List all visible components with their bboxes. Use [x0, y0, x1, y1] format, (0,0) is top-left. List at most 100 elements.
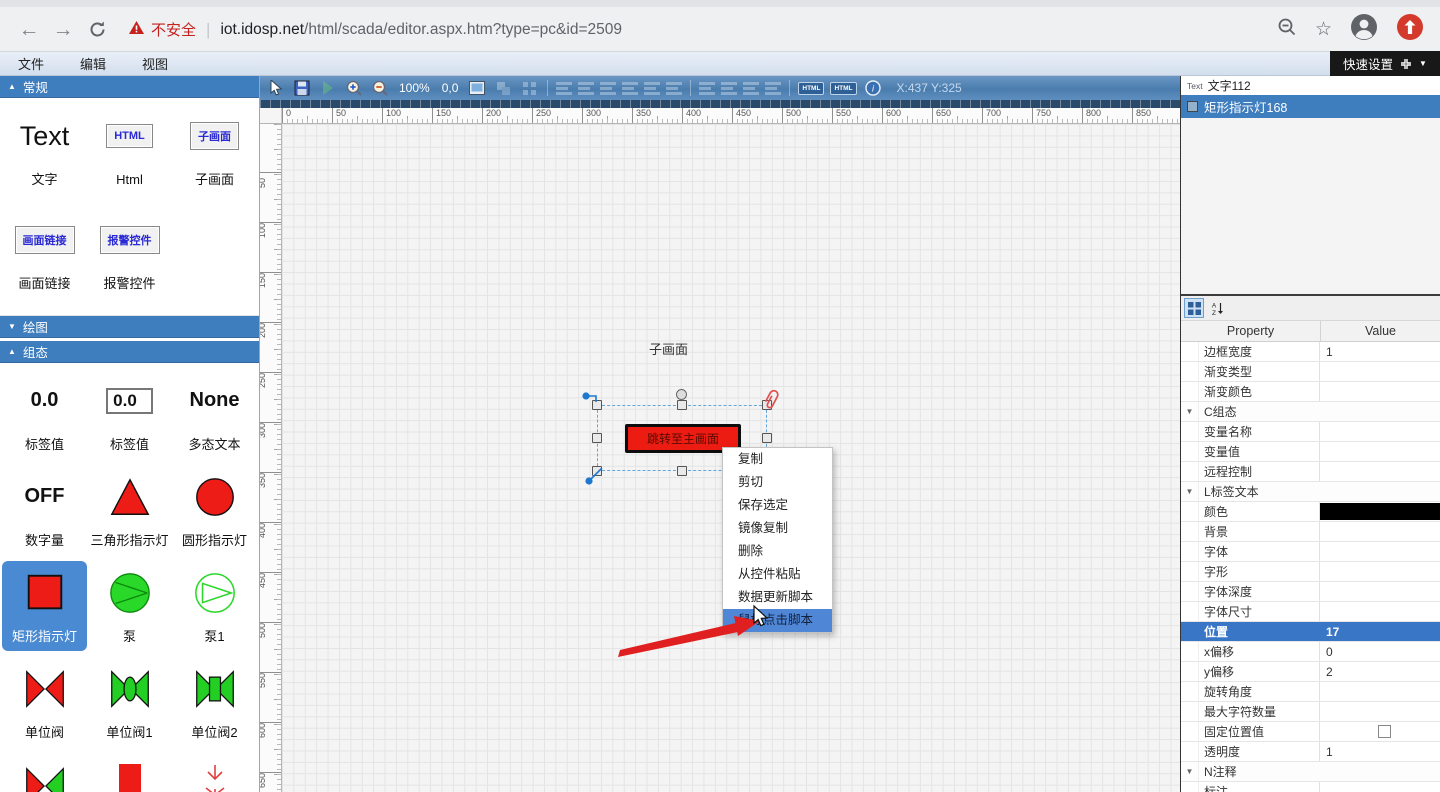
property-row[interactable]: 字形	[1181, 562, 1440, 582]
url-host[interactable]: iot.idosp.net	[220, 21, 304, 39]
palette-section-general[interactable]: ▲ 常规	[0, 76, 259, 98]
palette-item-标签值[interactable]: 0.0标签值	[87, 369, 172, 459]
context-menu-item-6[interactable]: 数据更新脚本	[723, 586, 832, 609]
palette-item-valve-red-green[interactable]: 两位阀	[2, 754, 87, 792]
palette-item-valve-red[interactable]: 单位阀	[2, 657, 87, 747]
property-row[interactable]: 远程控制	[1181, 462, 1440, 482]
property-row[interactable]: 位置17	[1181, 622, 1440, 642]
property-category-row[interactable]: ▼N注释	[1181, 762, 1440, 782]
property-row[interactable]: 透明度1	[1181, 742, 1440, 762]
palette-section-config[interactable]: ▲ 组态	[0, 341, 259, 363]
menu-item-0[interactable]: 文件	[0, 54, 62, 73]
property-row[interactable]: 字体尺寸	[1181, 602, 1440, 622]
zoom-in-icon[interactable]	[344, 79, 364, 98]
category-collapse-icon[interactable]: ▼	[1181, 402, 1199, 421]
context-menu-item-7[interactable]: 鼠标点击脚本	[723, 609, 832, 632]
property-row[interactable]: y偏移2	[1181, 662, 1440, 682]
url-path[interactable]: /html/scada/editor.aspx.htm?type=pc&id=2…	[304, 21, 622, 39]
property-row[interactable]: 渐变类型	[1181, 362, 1440, 382]
context-menu-item-1[interactable]: 剪切	[723, 471, 832, 494]
menu-item-2[interactable]: 视图	[124, 54, 186, 73]
palette-item-valve-green-ellipse[interactable]: 单位阀1	[87, 657, 172, 747]
resize-handle-sw[interactable]	[592, 466, 602, 476]
palette-item-pump-outline[interactable]: 泵1	[172, 561, 257, 651]
resize-handle-n[interactable]	[677, 400, 687, 410]
info-icon[interactable]: i	[863, 79, 883, 98]
context-menu-item-0[interactable]: 复制	[723, 448, 832, 471]
palette-item-circle-lamp[interactable]: 圆形指示灯	[172, 465, 257, 555]
context-menu-item-5[interactable]: 从控件粘贴	[723, 563, 832, 586]
property-row[interactable]: 背景	[1181, 522, 1440, 542]
browser-update-icon[interactable]	[1396, 13, 1424, 46]
zoom-out-page-icon[interactable]	[1277, 17, 1297, 42]
html-export-icon[interactable]: HTML	[798, 82, 824, 95]
property-row[interactable]: 边框宽度1	[1181, 342, 1440, 362]
palette-section-drawing[interactable]: ▼ 绘图	[0, 316, 259, 338]
palette-item-报警控件[interactable]: 报警控件报警控件	[87, 208, 172, 298]
palette-item-数字量[interactable]: OFF数字量	[2, 465, 87, 555]
object-list-item-text[interactable]: Text 文字112	[1181, 76, 1440, 95]
vertical-ruler: 50100150200250300350400450500550600650	[260, 124, 282, 792]
address-bar[interactable]: 不安全 | iot.idosp.net/html/scada/editor.as…	[128, 19, 1277, 40]
property-row[interactable]: 字体	[1181, 542, 1440, 562]
resize-handle-nw[interactable]	[592, 400, 602, 410]
category-collapse-icon[interactable]: ▼	[1181, 482, 1199, 501]
quick-settings-button[interactable]: 快速设置 ▼	[1330, 51, 1440, 76]
color-swatch[interactable]	[1320, 503, 1440, 520]
reload-icon[interactable]	[80, 15, 114, 45]
palette-item-标签值[interactable]: 0.0标签值	[2, 369, 87, 459]
menu-item-1[interactable]: 编辑	[62, 54, 124, 73]
property-row[interactable]: 渐变颜色	[1181, 382, 1440, 402]
context-menu-item-3[interactable]: 镜像复制	[723, 517, 832, 540]
palette-item-多态文本[interactable]: None多态文本	[172, 369, 257, 459]
resize-handle-s[interactable]	[677, 466, 687, 476]
palette-item-Html[interactable]: HTMLHtml	[87, 104, 172, 194]
resize-handle-e[interactable]	[762, 433, 772, 443]
context-menu-item-2[interactable]: 保存选定	[723, 494, 832, 517]
object-list-item-rect-lamp[interactable]: 矩形指示灯168	[1181, 95, 1440, 118]
property-category-row[interactable]: ▼L标签文本	[1181, 482, 1440, 502]
palette-item-label: 画面链接	[18, 276, 70, 292]
preview-screen-icon[interactable]	[467, 79, 487, 98]
property-category-row[interactable]: ▼C组态	[1181, 402, 1440, 422]
palette-item-子画面[interactable]: 子画面子画面	[172, 104, 257, 194]
palette-item-pump[interactable]: 泵	[87, 561, 172, 651]
palette-item-文字[interactable]: Text文字	[2, 104, 87, 194]
palette-item-rect-lamp[interactable]: 矩形指示灯	[2, 561, 87, 651]
property-row[interactable]: 变量名称	[1181, 422, 1440, 442]
palette-item-valve-green-rect[interactable]: 单位阀2	[172, 657, 257, 747]
context-menu-item-4[interactable]: 删除	[723, 540, 832, 563]
property-row[interactable]: 标注	[1181, 782, 1440, 792]
property-row[interactable]: x偏移0	[1181, 642, 1440, 662]
categorize-icon[interactable]	[1184, 298, 1204, 318]
vruler-tick-label: 400	[260, 524, 282, 534]
html-source-icon[interactable]: HTML	[830, 82, 856, 95]
save-icon[interactable]	[292, 79, 312, 98]
security-warning-label[interactable]: 不安全	[151, 19, 196, 40]
bookmark-star-icon[interactable]: ☆	[1315, 18, 1332, 41]
category-collapse-icon[interactable]: ▼	[1181, 762, 1199, 781]
palette-item-画面链接[interactable]: 画面链接画面链接	[2, 208, 87, 298]
zoom-out-icon[interactable]	[370, 79, 390, 98]
property-row[interactable]: 变量值	[1181, 442, 1440, 462]
profile-avatar-icon[interactable]	[1350, 13, 1378, 46]
resize-handle-w[interactable]	[592, 433, 602, 443]
sort-az-icon[interactable]: AZ	[1207, 298, 1227, 318]
palette-item-triangle-lamp[interactable]: 三角形指示灯	[87, 465, 172, 555]
property-row[interactable]: 字体深度	[1181, 582, 1440, 602]
forward-icon[interactable]: →	[46, 15, 80, 45]
property-row[interactable]: 旋转角度	[1181, 682, 1440, 702]
palette-item-breaker-rect[interactable]: 断路器	[87, 754, 172, 792]
rotate-handle[interactable]	[676, 389, 687, 400]
same-size-icon	[743, 82, 759, 95]
property-row[interactable]: 固定位置值	[1181, 722, 1440, 742]
palette-item-hand-switch[interactable]: 车手	[172, 754, 257, 792]
property-row[interactable]: 颜色	[1181, 502, 1440, 522]
design-canvas[interactable]: 子画面 跳转至主画面	[282, 124, 1180, 792]
back-icon[interactable]: ←	[12, 15, 46, 45]
pointer-tool-icon[interactable]	[266, 79, 286, 98]
property-row[interactable]: 最大字符数量	[1181, 702, 1440, 722]
subscreen-label[interactable]: 子画面	[649, 339, 688, 358]
checkbox[interactable]	[1378, 725, 1391, 738]
resize-handle-ne[interactable]	[762, 400, 772, 410]
